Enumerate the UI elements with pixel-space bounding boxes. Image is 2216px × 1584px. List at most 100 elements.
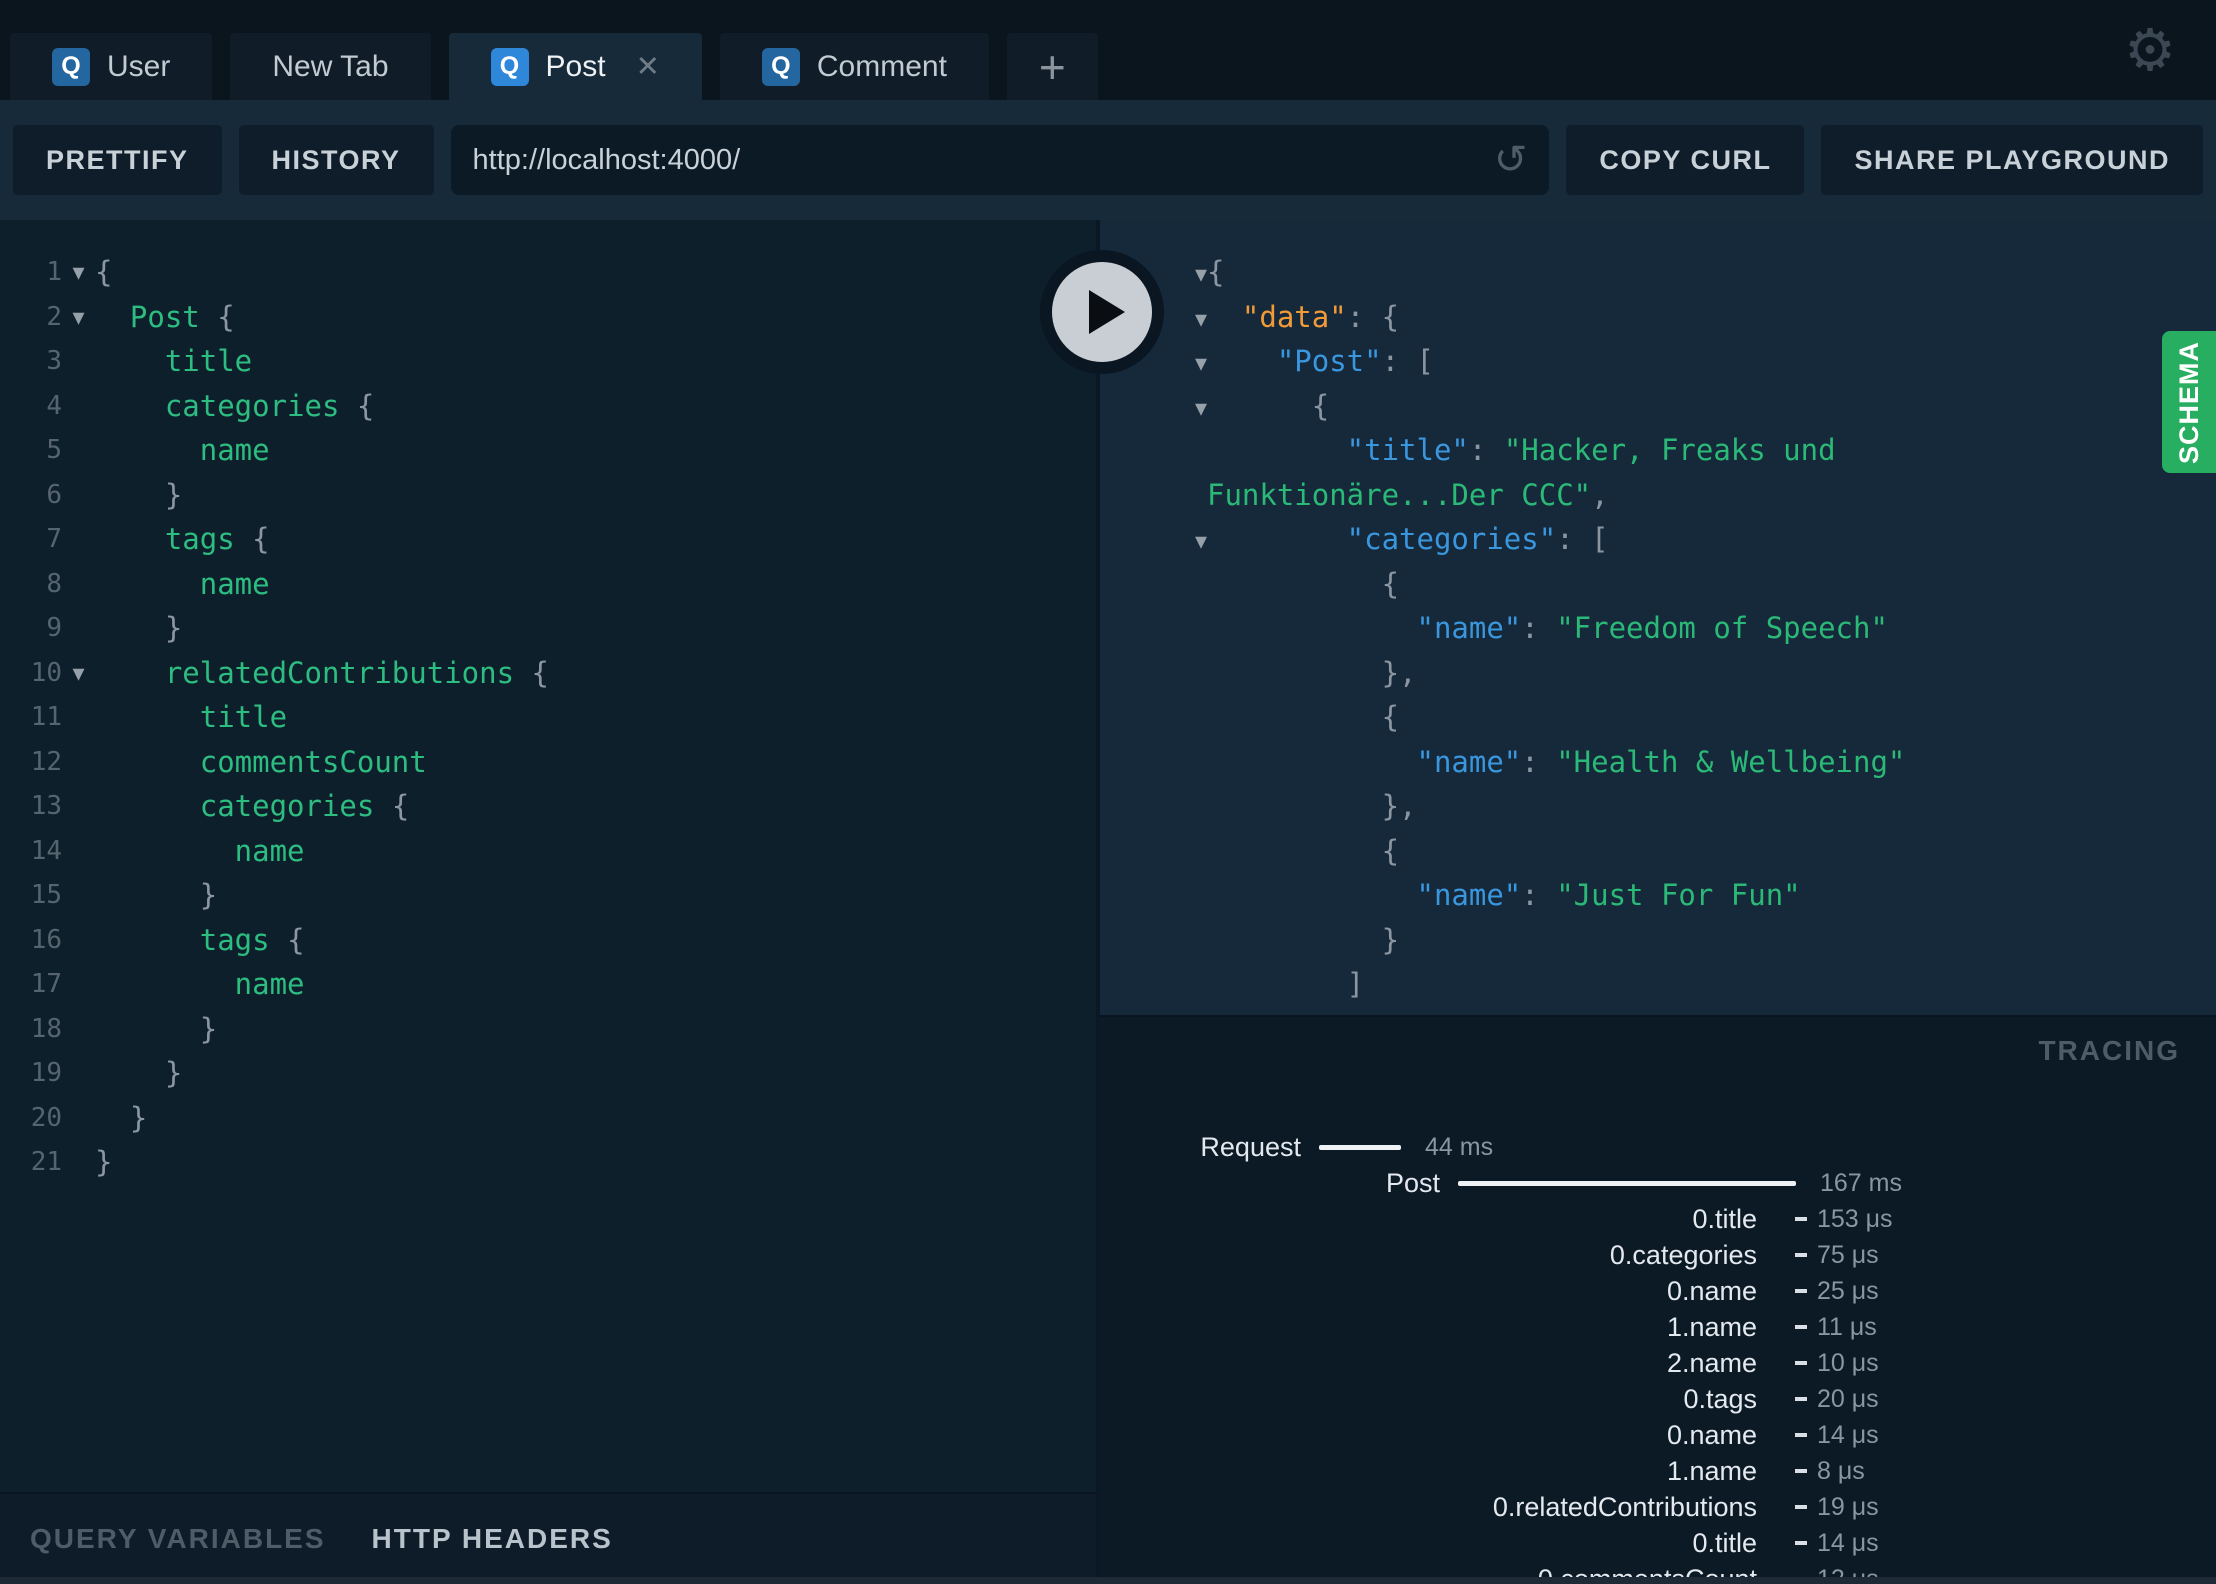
fold-arrow-icon[interactable]: ▾	[1195, 527, 1207, 555]
gutter: 10 ▾	[0, 651, 95, 696]
gutter: 8	[0, 562, 95, 607]
tracing-field-row: 2.name 10 μs	[1100, 1345, 2216, 1381]
gutter: 9	[0, 606, 95, 651]
settings-gear-icon[interactable]: ⚙	[2124, 16, 2176, 84]
tracing-span-row: Request 44 ms	[1100, 1129, 2216, 1165]
gutter: ▾	[1100, 384, 1207, 429]
execute-query-button[interactable]	[1040, 250, 1164, 374]
tracing-duration-bar	[1319, 1144, 1401, 1150]
tracing-title: TRACING	[2038, 1035, 2180, 1066]
code-line: 7 tags {	[0, 517, 1096, 562]
endpoint-url-input[interactable]: http://localhost:4000/ ↺	[450, 125, 1550, 195]
tracing-field-row: 0.name 14 μs	[1100, 1417, 2216, 1453]
tracing-dash	[1795, 1289, 1807, 1293]
query-editor-pane[interactable]: 1 ▾{2 ▾ Post {3 title 4 categories {5 name 6…	[0, 220, 1100, 1584]
fold-arrow-icon[interactable]: ▾	[62, 651, 95, 696]
tab-new-tab[interactable]: New Tab	[230, 33, 431, 100]
code-text: {	[1207, 255, 1225, 289]
code-line: "name": "Freedom of Speech"	[1100, 606, 2216, 651]
share-playground-button[interactable]: SHARE PLAYGROUND	[1821, 125, 2203, 195]
fold-arrow-icon	[62, 829, 95, 874]
tracing-field-label: 1.name	[1666, 1311, 1757, 1342]
code-text: categories {	[95, 789, 410, 823]
code-line: 10 ▾ relatedContributions {	[0, 651, 1096, 696]
line-number: 3	[46, 346, 62, 376]
code-text: name	[95, 833, 305, 868]
tracing-field-label: 0.name	[1666, 1419, 1757, 1450]
code-text: "categories": [	[1207, 522, 1609, 556]
gutter: 5	[0, 428, 95, 473]
reload-schema-icon[interactable]: ↺	[1494, 137, 1528, 183]
horizontal-scrollbar[interactable]	[0, 1577, 2216, 1584]
code-line: },	[1100, 651, 2216, 696]
fold-arrow-icon	[62, 740, 95, 785]
tracing-rows: Request 44 ms Post 167 ms 0.title 153 μs 0.cat…	[1100, 1017, 2216, 1584]
tab-user[interactable]: Q User	[10, 33, 213, 100]
gutter	[1100, 829, 1207, 874]
gutter: 1 ▾	[0, 250, 95, 295]
fold-arrow-icon[interactable]: ▾	[1195, 349, 1207, 377]
code-line: 17 name	[0, 962, 1096, 1007]
code-text: },	[1207, 789, 1417, 823]
code-text: "title": "Hacker, Freaks und	[1207, 433, 1836, 467]
gutter	[1100, 428, 1207, 473]
tracing-dash	[1795, 1397, 1807, 1401]
code-text: tags {	[95, 922, 305, 957]
line-number: 21	[30, 1147, 62, 1177]
code-text: categories {	[95, 388, 375, 423]
tracing-field-time: 14 μs	[1817, 1420, 1879, 1449]
query-editor-code[interactable]: 1 ▾{2 ▾ Post {3 title 4 categories {5 name 6…	[0, 220, 1096, 1492]
code-line: ]	[1100, 962, 2216, 1007]
tracing-field-row: 0.title 14 μs	[1100, 1525, 2216, 1561]
code-text: }	[1207, 922, 1400, 957]
tab-comment[interactable]: Q Comment	[719, 33, 989, 100]
code-line: 20 }	[0, 1096, 1096, 1141]
gutter: 19	[0, 1051, 95, 1096]
prettify-button[interactable]: PRETTIFY	[13, 125, 222, 195]
add-tab-button[interactable]: +	[1006, 33, 1098, 100]
code-text: name	[95, 433, 270, 467]
fold-arrow-icon[interactable]: ▾	[1195, 305, 1207, 333]
copy-curl-button[interactable]: COPY CURL	[1566, 125, 1805, 195]
code-text: "Post": [	[1207, 344, 1434, 378]
code-text: }	[95, 477, 183, 512]
fold-arrow-icon	[62, 384, 95, 429]
tracing-field-label: 0.categories	[1609, 1239, 1757, 1270]
tracing-dash	[1795, 1505, 1807, 1509]
code-line: 15 }	[0, 873, 1096, 918]
code-text: title	[95, 344, 253, 378]
tracing-field-row: 1.name 11 μs	[1100, 1309, 2216, 1345]
code-line: 1 ▾{	[0, 250, 1096, 295]
fold-arrow-icon[interactable]: ▾	[62, 250, 95, 295]
close-icon[interactable]: ✕	[636, 49, 660, 84]
gutter	[1100, 740, 1207, 785]
code-text: Post {	[95, 299, 235, 334]
schema-tab[interactable]: SCHEMA	[2162, 331, 2216, 473]
fold-arrow-icon	[62, 473, 95, 518]
tracing-field-time: 8 μs	[1817, 1456, 1865, 1485]
http-headers-tab[interactable]: HTTP HEADERS	[372, 1523, 613, 1555]
tracing-field-row: 0.tags 20 μs	[1100, 1381, 2216, 1417]
query-variables-tab[interactable]: QUERY VARIABLES	[30, 1523, 326, 1555]
variables-bar: QUERY VARIABLES HTTP HEADERS	[0, 1492, 1096, 1584]
response-pane[interactable]: ▾{▾ "data": {▾ "Post": [▾ { "title": "Ha…	[1100, 220, 2216, 1015]
gutter: 4	[0, 384, 95, 429]
line-number: 2	[46, 301, 62, 332]
code-text: },	[1207, 655, 1417, 690]
gutter	[1100, 606, 1207, 651]
tracing-field-row: 0.relatedContributions 19 μs	[1100, 1489, 2216, 1525]
fold-arrow-icon[interactable]: ▾	[62, 295, 95, 340]
tab-post[interactable]: Q Post ✕	[448, 33, 702, 100]
history-button[interactable]: HISTORY	[238, 125, 434, 195]
code-line: 13 categories {	[0, 784, 1096, 829]
code-line: "title": "Hacker, Freaks und	[1100, 428, 2216, 473]
code-text: {	[1207, 833, 1400, 868]
tracing-field-time: 25 μs	[1817, 1276, 1879, 1305]
code-line: 4 categories {	[0, 384, 1096, 429]
fold-arrow-icon[interactable]: ▾	[1195, 394, 1207, 422]
gutter: 15	[0, 873, 95, 918]
fold-arrow-icon	[62, 428, 95, 473]
fold-arrow-icon[interactable]: ▾	[1195, 260, 1207, 288]
code-line: 5 name	[0, 428, 1096, 473]
code-line: 8 name	[0, 562, 1096, 607]
